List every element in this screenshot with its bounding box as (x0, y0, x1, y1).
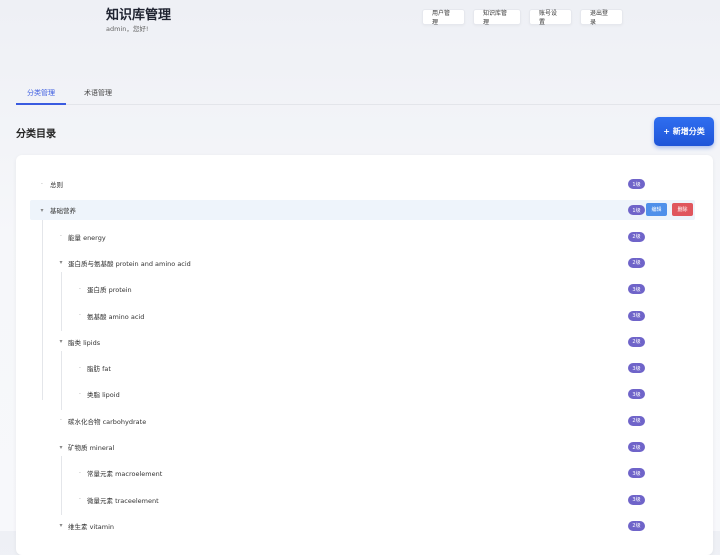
level-badge: 3级 (628, 468, 645, 479)
tree-node-label: 总则 (50, 181, 63, 189)
leaf-dot-icon: · (60, 417, 62, 425)
tab-bar: 分类管理 术语管理 (16, 82, 720, 105)
tree-node-label: 碳水化合物 carbohydrate (68, 417, 147, 426)
leaf-dot-icon: · (41, 180, 43, 188)
tree-node-label: 蛋白质与氨基酸 protein and amino acid (68, 259, 191, 268)
leaf-dot-icon: · (79, 312, 81, 319)
expand-toggle-icon[interactable]: ▾ (57, 437, 65, 457)
tree-node-label: 脂肪 fat (87, 365, 111, 374)
tree-node[interactable]: · 蛋白质 protein 3级 (16, 279, 713, 299)
tree-node[interactable]: ▾ 维生素 vitamin 2级 (16, 516, 713, 536)
user-greeting: admin，您好! (106, 25, 149, 33)
tree-node-label: 蛋白质 protein (87, 286, 132, 295)
tree-node[interactable]: · 微量元素 traceelement 3级 (16, 490, 713, 510)
level-badge: 1级 (628, 205, 645, 216)
level-badge: 3级 (628, 494, 645, 505)
tree-node-label: 能量 energy (68, 233, 106, 242)
add-category-button[interactable]: + 新增分类 (654, 117, 714, 146)
leaf-dot-icon: · (79, 285, 81, 293)
leaf-dot-icon: · (79, 364, 81, 372)
level-badge: 2级 (628, 257, 645, 268)
tab-term[interactable]: 术语管理 (76, 82, 120, 103)
tree-node[interactable]: ▾ 基础营养 1级 编辑 删除 (16, 200, 713, 221)
logout-button[interactable]: 退出登录 (580, 9, 623, 26)
level-badge: 3级 (628, 284, 645, 295)
kb-management-button[interactable]: 知识库管理 (473, 9, 521, 26)
delete-button[interactable]: 删除 (672, 203, 693, 217)
tree-node-label: 微量元素 traceelement (87, 496, 159, 505)
leaf-dot-icon: · (60, 233, 62, 241)
level-badge: 2级 (628, 336, 645, 347)
level-badge: 3级 (628, 363, 645, 374)
tree-node[interactable]: · 总则 1级 (16, 174, 713, 194)
category-tree: · 总则 1级 ▾ 基础营养 1级 编辑 删除 · 能量 energy 2级 ▾ 蛋白质与氨基酸 pro… (16, 155, 713, 555)
leaf-dot-icon: · (79, 496, 81, 504)
level-badge: 2级 (628, 415, 645, 426)
level-badge: 3级 (628, 389, 645, 400)
leaf-dot-icon: · (79, 469, 81, 477)
tree-node-label: 基础营养 (50, 207, 76, 216)
user-management-button[interactable]: 用户管理 (422, 9, 465, 26)
level-badge: 2级 (628, 442, 645, 452)
tree-node-label: 矿物质 mineral (68, 444, 115, 452)
tree-node[interactable]: · 常量元素 macroelement 3级 (16, 463, 713, 483)
page-title: 知识库管理 (106, 8, 172, 23)
section-title: 分类目录 (16, 129, 56, 140)
selected-row-highlight (30, 200, 695, 221)
leaf-dot-icon: · (79, 390, 81, 398)
edit-button[interactable]: 编辑 (646, 203, 667, 217)
expand-toggle-icon[interactable]: ▾ (38, 200, 46, 220)
tab-category[interactable]: 分类管理 (16, 82, 66, 105)
tree-node[interactable]: ▾ 矿物质 mineral 2级 (16, 437, 713, 457)
top-nav: 用户管理 知识库管理 账号设置 退出登录 (422, 9, 623, 26)
level-badge: 3级 (628, 310, 645, 321)
level-badge: 1级 (628, 179, 645, 189)
tree-node-label: 类脂 lipoid (87, 391, 120, 400)
expand-toggle-icon[interactable]: ▾ (57, 332, 65, 352)
tree-node[interactable]: · 碳水化合物 carbohydrate 2级 (16, 411, 713, 431)
tree-node-label: 脂类 lipids (68, 338, 101, 347)
tree-node[interactable]: ▾ 蛋白质与氨基酸 protein and amino acid 2级 (16, 253, 713, 273)
tree-node-label: 常量元素 macroelement (87, 470, 163, 479)
tree-node-label: 氨基酸 amino acid (87, 312, 145, 321)
level-badge: 2级 (628, 231, 645, 242)
tree-node[interactable]: · 能量 energy 2级 (16, 227, 713, 247)
tree-node-label: 维生素 vitamin (68, 522, 115, 531)
tree-node[interactable]: · 脂肪 fat 3级 (16, 358, 713, 378)
tree-node[interactable]: ▾ 脂类 lipids 2级 (16, 332, 713, 352)
tree-node[interactable]: · 类脂 lipoid 3级 (16, 384, 713, 404)
account-settings-button[interactable]: 账号设置 (529, 9, 572, 26)
expand-toggle-icon[interactable]: ▾ (57, 516, 65, 536)
tree-node[interactable]: · 氨基酸 amino acid 3级 (16, 306, 713, 326)
level-badge: 2级 (628, 520, 645, 531)
expand-toggle-icon[interactable]: ▾ (57, 253, 65, 273)
